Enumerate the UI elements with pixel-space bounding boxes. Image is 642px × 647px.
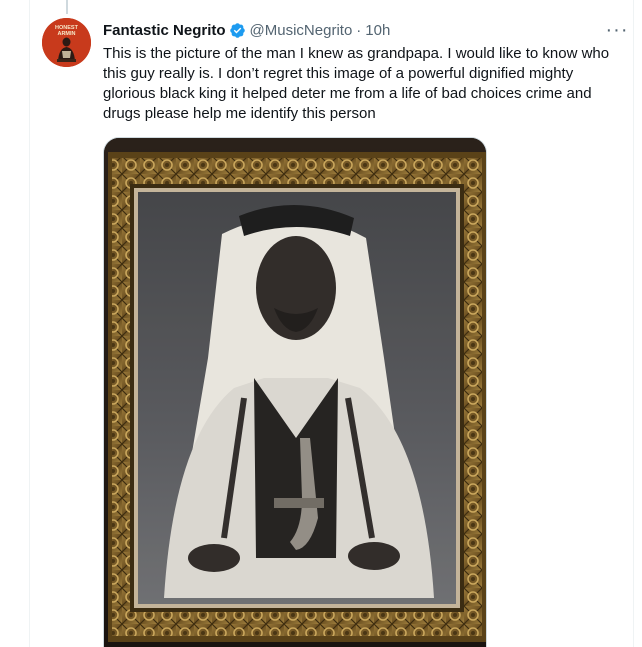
more-dots-icon: ···	[605, 18, 629, 41]
thread-connector-line	[66, 0, 68, 14]
author-avatar[interactable]: HONEST ARMIN	[42, 18, 91, 67]
left-column-divider	[0, 0, 30, 647]
header-separator: ·	[356, 21, 362, 39]
tweet-content: Fantastic Negrito @MusicNegrito · 10h ··…	[103, 18, 627, 124]
tweet-header: Fantastic Negrito @MusicNegrito · 10h ··…	[103, 18, 627, 42]
right-column-divider	[633, 0, 642, 647]
author-handle[interactable]: @MusicNegrito	[250, 22, 353, 39]
avatar-caption-line2: ARMIN	[57, 31, 75, 37]
tweet-photo[interactable]	[103, 137, 487, 647]
framed-portrait-image	[104, 138, 486, 647]
avatar-image: HONEST ARMIN	[42, 18, 91, 67]
tweet-page: HONEST ARMIN Fantastic Negrito @MusicNeg…	[0, 0, 642, 647]
author-name[interactable]: Fantastic Negrito	[103, 22, 226, 39]
tweet-text: This is the picture of the man I knew as…	[103, 45, 610, 122]
more-options-button[interactable]: ···	[603, 16, 631, 44]
verified-badge-icon	[229, 22, 246, 39]
tweet-timestamp[interactable]: 10h	[365, 22, 390, 39]
